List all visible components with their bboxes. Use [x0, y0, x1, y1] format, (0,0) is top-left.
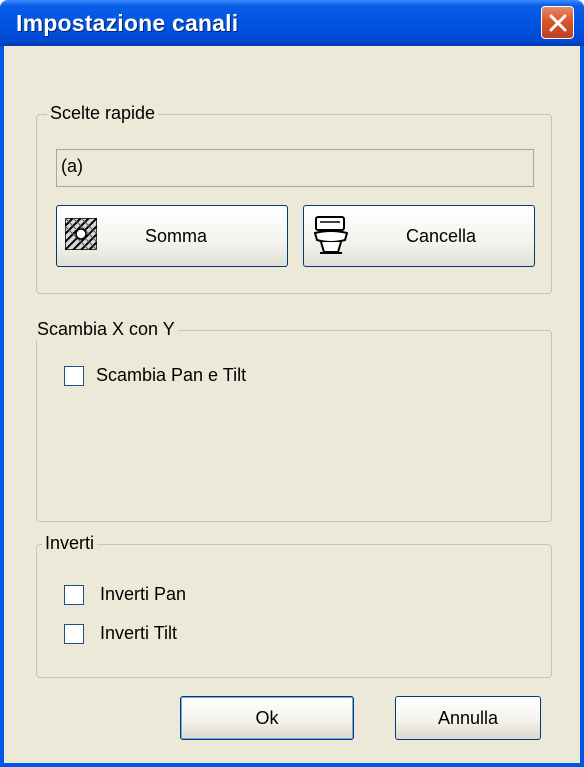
invert-pan-option[interactable]: Inverti Pan [64, 584, 264, 609]
invert-tilt-checkbox[interactable] [64, 624, 84, 644]
swap-pan-tilt-label: Scambia Pan e Tilt [96, 365, 247, 385]
swap-xy-group: Scambia X con Y Scambia Pan e Tilt [34, 319, 552, 522]
swap-xy-legend: Scambia X con Y [34, 319, 178, 340]
clear-button-label: Cancella [406, 225, 477, 246]
invert-pan-checkbox[interactable] [64, 585, 84, 605]
sum-button[interactable]: Somma [56, 205, 288, 267]
clear-button[interactable]: Cancella [303, 205, 535, 267]
dialog-body: Scelte rapide (a) Somma Cancella Scambia… [4, 46, 580, 763]
swap-pan-tilt-checkbox[interactable] [64, 366, 84, 386]
sum-button-label: Somma [145, 225, 208, 246]
quick-choices-group: Scelte rapide (a) Somma Cancella [36, 103, 552, 294]
invert-legend: Inverti [42, 533, 98, 554]
invert-tilt-label: Inverti Tilt [100, 623, 178, 643]
swap-pan-tilt-option[interactable]: Scambia Pan e Tilt [64, 365, 324, 390]
close-button[interactable] [541, 6, 574, 39]
sum-pattern-icon [65, 218, 97, 250]
invert-pan-label: Inverti Pan [100, 584, 187, 604]
quick-choices-legend: Scelte rapide [47, 103, 159, 124]
close-icon [549, 14, 567, 32]
dialog-window: Impostazione canali Scelte rapide (a) So… [0, 0, 584, 767]
invert-group: Inverti Inverti Pan Inverti Tilt [36, 533, 552, 678]
cancel-button[interactable]: Annulla [395, 696, 541, 740]
toilet-icon [314, 216, 348, 254]
channel-expression-field[interactable]: (a) [56, 149, 534, 187]
invert-tilt-option[interactable]: Inverti Tilt [64, 623, 264, 648]
ok-button[interactable]: Ok [180, 696, 354, 740]
window-title: Impostazione canali [16, 10, 239, 36]
title-bar[interactable]: Impostazione canali [0, 0, 584, 46]
